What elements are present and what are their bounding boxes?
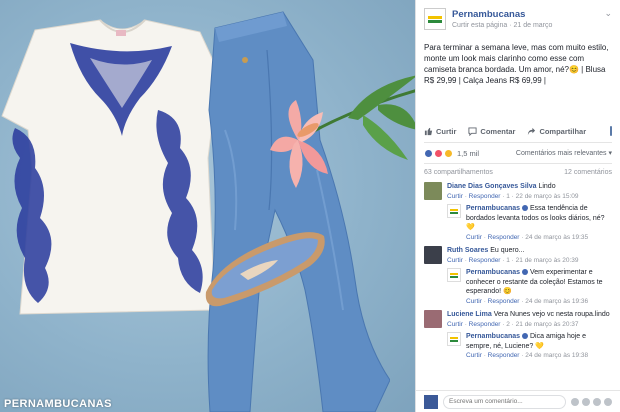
reply-meta: Curtir · Responder · 24 de março às 19:3… — [466, 352, 589, 359]
follow-page-link[interactable]: Curtir esta página — [452, 22, 507, 29]
avatar[interactable] — [424, 182, 442, 200]
like-button[interactable]: Curtir — [424, 127, 456, 136]
love-reaction-icon — [434, 148, 443, 158]
verified-badge-icon — [522, 269, 529, 276]
comment-text: Vera Nunes vejo vc nesta roupa.lindo — [493, 311, 610, 318]
like-reaction-icon — [424, 148, 433, 158]
comment-item: Diane Dias Gonçaves Silva Lindo Curtir ·… — [424, 182, 612, 242]
post-side-panel: Pernambucanas Curtir esta página · 21 de… — [415, 0, 620, 412]
post-photo[interactable]: PERNAMBUCANAS — [0, 0, 415, 412]
comment-label: Comentar — [480, 126, 516, 136]
reaction-count[interactable]: 1,5 mil — [457, 149, 479, 158]
comment-composer — [416, 390, 620, 412]
composer-icons — [571, 397, 612, 406]
comment-reply-link[interactable]: Responder — [469, 193, 501, 200]
reply-reply-link[interactable]: Responder — [488, 234, 520, 241]
comment-meta: Curtir · Responder · 1 · 22 de março às … — [447, 192, 579, 200]
lily-flower-image — [270, 75, 415, 188]
share-label: Compartilhar — [539, 126, 587, 136]
camera-icon[interactable] — [582, 397, 590, 406]
comment-author[interactable]: Ruth Soares — [447, 247, 488, 254]
post-date[interactable]: 21 de março — [514, 22, 553, 29]
comment-item: Luciene Lima Vera Nunes vejo vc nesta ro… — [424, 310, 612, 361]
comment-meta: Curtir · Responder · 2 · 21 de março às … — [447, 320, 579, 328]
slip-on-shoe-image — [205, 232, 325, 307]
page-subline: Curtir esta página · 21 de março — [452, 22, 552, 29]
avatar[interactable] — [447, 332, 461, 346]
reply-author[interactable]: Pernambucanas — [466, 333, 520, 340]
avatar[interactable] — [447, 268, 461, 282]
reply-like-link[interactable]: Curtir — [466, 352, 482, 359]
comment-list: Diane Dias Gonçaves Silva Lindo Curtir ·… — [416, 180, 620, 361]
photo-watermark: PERNAMBUCANAS — [4, 398, 112, 410]
comment-author[interactable]: Luciene Lima — [447, 311, 492, 318]
comment-text: Eu quero... — [490, 247, 525, 254]
reply-reply-link[interactable]: Responder — [488, 352, 520, 359]
comment-timestamp: 2 · 21 de março às 20:37 — [506, 320, 579, 328]
share-button[interactable]: Compartilhar — [527, 127, 586, 136]
comment-count[interactable]: 12 comentários — [564, 169, 612, 176]
comment-timestamp: 1 · 22 de março às 15:09 — [506, 192, 579, 200]
reply-meta: Curtir · Responder · 24 de março às 19:3… — [466, 297, 589, 305]
share-count[interactable]: 63 compartilhamentos — [424, 169, 493, 176]
reply-like-link[interactable]: Curtir — [466, 234, 482, 241]
reactions-summary[interactable]: 1,5 mil Comentários mais relevantes ▾ — [416, 143, 620, 163]
reply-timestamp: 24 de março às 19:38 — [525, 352, 589, 359]
post-caption: Para terminar a semana leve, mas com mui… — [424, 43, 609, 85]
page-name-link[interactable]: Pernambucanas — [452, 9, 525, 20]
viewer-avatar[interactable] — [610, 126, 612, 136]
comment-button[interactable]: Comentar — [468, 127, 515, 136]
comment-input[interactable] — [443, 394, 566, 409]
reply-item: Pernambucanas Essa tendência de bordados… — [447, 204, 612, 242]
gif-icon[interactable] — [593, 397, 601, 406]
comment-like-link[interactable]: Curtir — [447, 257, 463, 264]
avatar[interactable] — [424, 246, 442, 264]
comment-like-link[interactable]: Curtir — [447, 193, 463, 200]
reply-meta: Curtir · Responder · 24 de março às 19:3… — [466, 233, 589, 241]
comment-item: Ruth Soares Eu quero... Curtir · Respond… — [424, 246, 612, 306]
comment-sort-dropdown[interactable]: Comentários mais relevantes ▾ — [516, 149, 612, 157]
like-label: Curtir — [436, 126, 457, 136]
post-header: Pernambucanas Curtir esta página · 21 de… — [416, 0, 620, 34]
post-action-bar: Curtir Comentar Compartilhar — [416, 120, 620, 142]
comment-like-link[interactable]: Curtir — [447, 321, 463, 328]
comment-meta: Curtir · Responder · 1 · 21 de março às … — [447, 256, 579, 264]
verified-badge-icon — [522, 333, 529, 340]
share-icon — [528, 127, 536, 135]
reply-author[interactable]: Pernambucanas — [466, 205, 520, 212]
comment-icon — [468, 126, 477, 136]
reply-timestamp: 24 de março às 19:35 — [525, 233, 589, 241]
page-logo[interactable] — [424, 8, 446, 30]
avatar[interactable] — [424, 394, 438, 409]
avatar[interactable] — [447, 204, 461, 218]
comment-reply-link[interactable]: Responder — [469, 257, 501, 264]
comment-reply-link[interactable]: Responder — [469, 321, 501, 328]
wow-reaction-icon — [444, 148, 453, 158]
post-stats: 63 compartilhamentos 12 comentários — [416, 164, 620, 180]
sticker-icon[interactable] — [604, 397, 612, 406]
comment-text: Lindo — [538, 183, 556, 190]
reply-item: Pernambucanas Dica amiga hoje e sempre, … — [447, 332, 612, 361]
reply-like-link[interactable]: Curtir — [466, 298, 482, 305]
reply-author[interactable]: Pernambucanas — [466, 269, 520, 276]
thumbs-up-icon — [424, 127, 433, 135]
comment-timestamp: 1 · 21 de março às 20:39 — [506, 256, 579, 264]
chevron-down-icon[interactable]: ⌄ — [604, 8, 612, 19]
reply-timestamp: 24 de março às 19:36 — [525, 297, 589, 305]
avatar[interactable] — [424, 310, 442, 328]
verified-badge-icon — [522, 205, 529, 212]
reply-reply-link[interactable]: Responder — [488, 298, 520, 305]
reply-item: Pernambucanas Vem experimentar e conhece… — [447, 268, 612, 306]
emoji-icon[interactable] — [571, 397, 579, 406]
comment-author[interactable]: Diane Dias Gonçaves Silva — [447, 183, 537, 190]
